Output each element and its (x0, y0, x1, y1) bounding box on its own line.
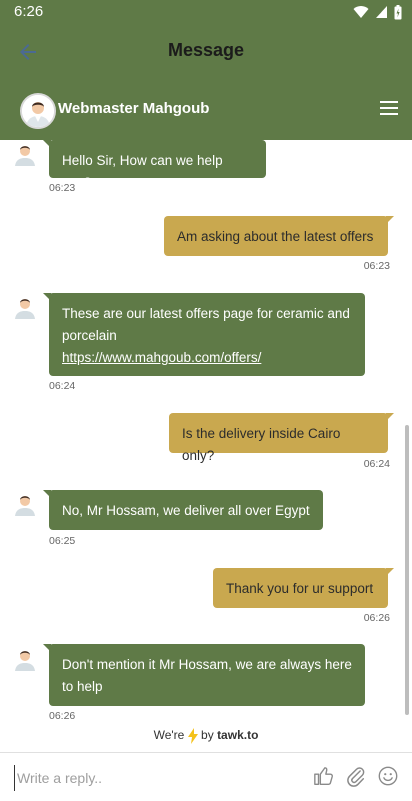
message-bubble: Thank you for ur support (213, 568, 394, 608)
message-text: Don't mention it Mr Hossam, we are alway… (62, 657, 352, 694)
message-time: 06:24 (363, 458, 390, 470)
attachment-icon[interactable] (345, 765, 367, 787)
page-title: Message (167, 40, 245, 60)
message-bubble: Don't mention it Mr Hossam, we are alway… (43, 644, 365, 706)
message-text: Thank you for ur support (226, 581, 374, 596)
status-time: 6:26 (14, 3, 44, 20)
composer (0, 752, 412, 801)
message-time: 06:26 (363, 612, 390, 624)
agent-name: Webmaster Mahgoub (58, 100, 210, 117)
message-bubble: Am asking about the latest offers (164, 216, 394, 256)
agent-avatar-icon (15, 496, 35, 516)
chat-header: Webmaster Mahgoub (0, 80, 412, 140)
message-bubble: These are our latest offers page for cer… (43, 293, 365, 376)
battery-icon (394, 4, 402, 19)
signal-icon (376, 6, 387, 18)
agent-avatar (20, 93, 56, 129)
message-time: 06:26 (49, 710, 76, 722)
status-icons (353, 4, 402, 20)
message-time: 06:25 (49, 535, 76, 547)
message-bubble: No, Mr Hossam, we deliver all over Egypt (43, 490, 323, 530)
status-bar: 6:26 (0, 0, 412, 24)
app-bar: Message (0, 24, 412, 80)
menu-icon[interactable] (380, 100, 398, 116)
agent-avatar-icon (15, 299, 35, 319)
message-text: No, Mr Hossam, we deliver all over Egypt (62, 503, 310, 518)
reply-input[interactable] (14, 765, 299, 791)
powered-by-word: by (201, 728, 214, 743)
lightning-bolt-icon (187, 728, 198, 744)
message-time: 06:24 (49, 380, 76, 392)
message-list[interactable]: Hello Sir, How can we help you? 06:23 Am… (0, 140, 412, 725)
wifi-icon (353, 6, 369, 19)
thumbs-up-icon[interactable] (313, 765, 335, 787)
powered-by-bar[interactable]: We're by tawk.to (0, 728, 412, 748)
scrollbar[interactable] (405, 425, 409, 715)
agent-avatar-icon (15, 651, 35, 671)
message-text: Hello Sir, How can we help you? (62, 153, 223, 190)
powered-prefix: We're (153, 728, 185, 743)
offers-link[interactable]: https://www.mahgoub.com/offers/ (62, 350, 261, 365)
message-time: 06:23 (49, 182, 76, 194)
message-time: 06:23 (363, 260, 390, 272)
brand-name: tawk.to (217, 728, 259, 743)
message-text: Am asking about the latest offers (177, 229, 374, 244)
emoji-icon[interactable] (377, 765, 399, 787)
message-text: These are our latest offers page for cer… (62, 306, 350, 343)
message-bubble: Is the delivery inside Cairo only? (169, 413, 394, 463)
message-text: Is the delivery inside Cairo only? (182, 426, 341, 463)
message-bubble: Hello Sir, How can we help you? (43, 140, 266, 190)
agent-avatar-icon (15, 146, 35, 166)
